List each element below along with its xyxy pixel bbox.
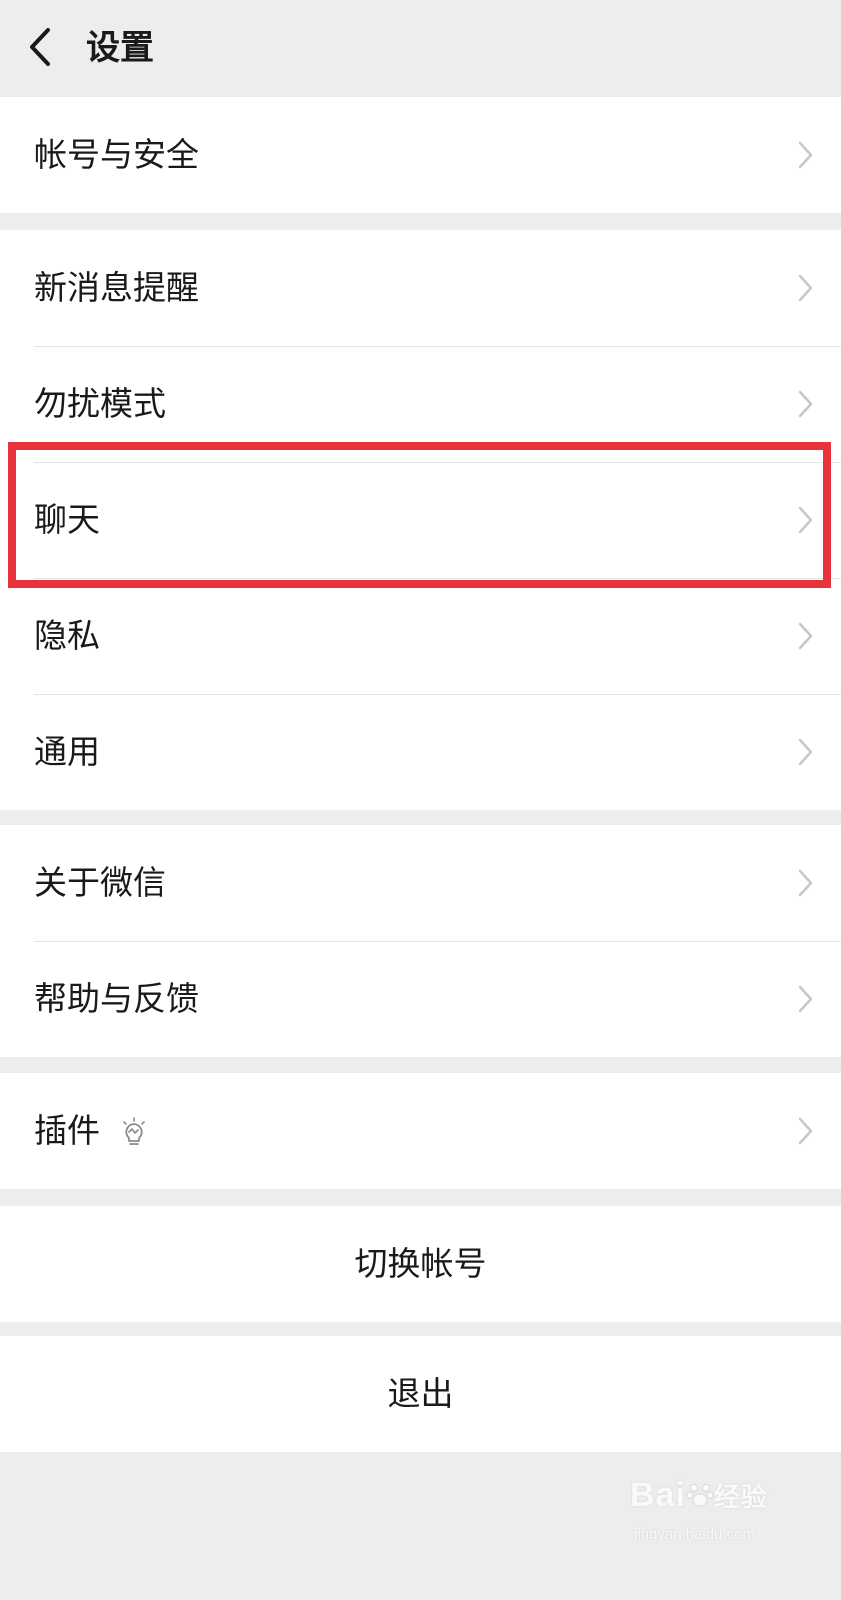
settings-group-plugins: 插件 (0, 1073, 841, 1189)
chevron-right-icon (795, 735, 815, 769)
settings-item-account-security[interactable]: 帐号与安全 (0, 97, 841, 213)
chevron-right-icon (795, 982, 815, 1016)
logout-label: 退出 (387, 1374, 454, 1413)
baidu-jingyan-watermark: Bai 经验 jingyan.baidu.com (630, 1476, 790, 1556)
settings-item-about-wechat[interactable]: 关于微信 (0, 825, 841, 941)
settings-item-label: 关于微信 (34, 863, 166, 902)
switch-account-group: 切换帐号 (0, 1206, 841, 1322)
settings-group-about: 关于微信 帮助与反馈 (0, 825, 841, 1057)
settings-item-label: 帐号与安全 (34, 135, 199, 174)
bulb-icon (120, 1117, 148, 1147)
settings-item-label: 隐私 (34, 616, 100, 655)
settings-item-do-not-disturb[interactable]: 勿扰模式 (0, 346, 841, 462)
top-bar: 设置 (0, 0, 841, 97)
settings-item-privacy[interactable]: 隐私 (0, 578, 841, 694)
back-button[interactable] (22, 22, 66, 72)
settings-item-label: 新消息提醒 (34, 268, 199, 307)
switch-account-button[interactable]: 切换帐号 (0, 1206, 841, 1322)
settings-group-account: 帐号与安全 (0, 97, 841, 213)
settings-item-label: 勿扰模式 (34, 384, 166, 423)
settings-item-label: 通用 (34, 732, 100, 771)
logout-button[interactable]: 退出 (0, 1336, 841, 1452)
settings-item-label: 帮助与反馈 (34, 979, 199, 1018)
watermark-brand: Bai 经验 (630, 1476, 768, 1514)
settings-item-general[interactable]: 通用 (0, 694, 841, 810)
chevron-right-icon (795, 1114, 815, 1148)
chevron-right-icon (795, 387, 815, 421)
settings-item-plugins[interactable]: 插件 (0, 1073, 841, 1189)
settings-item-chat[interactable]: 聊天 (0, 462, 841, 578)
settings-item-label: 插件 (34, 1111, 100, 1150)
chevron-left-icon (30, 28, 50, 66)
watermark-url: jingyan.baidu.com (634, 1526, 755, 1543)
page-title: 设置 (86, 28, 154, 68)
settings-item-help-feedback[interactable]: 帮助与反馈 (0, 941, 841, 1057)
switch-account-label: 切换帐号 (354, 1244, 487, 1283)
chevron-right-icon (795, 271, 815, 305)
logout-group: 退出 (0, 1336, 841, 1452)
chevron-right-icon (795, 503, 815, 537)
settings-item-new-message-notify[interactable]: 新消息提醒 (0, 230, 841, 346)
chevron-right-icon (795, 866, 815, 900)
chevron-right-icon (795, 138, 815, 172)
chevron-right-icon (795, 619, 815, 653)
settings-item-label: 聊天 (34, 500, 100, 539)
settings-group-main: 新消息提醒 勿扰模式 聊天 隐私 通用 (0, 230, 841, 810)
